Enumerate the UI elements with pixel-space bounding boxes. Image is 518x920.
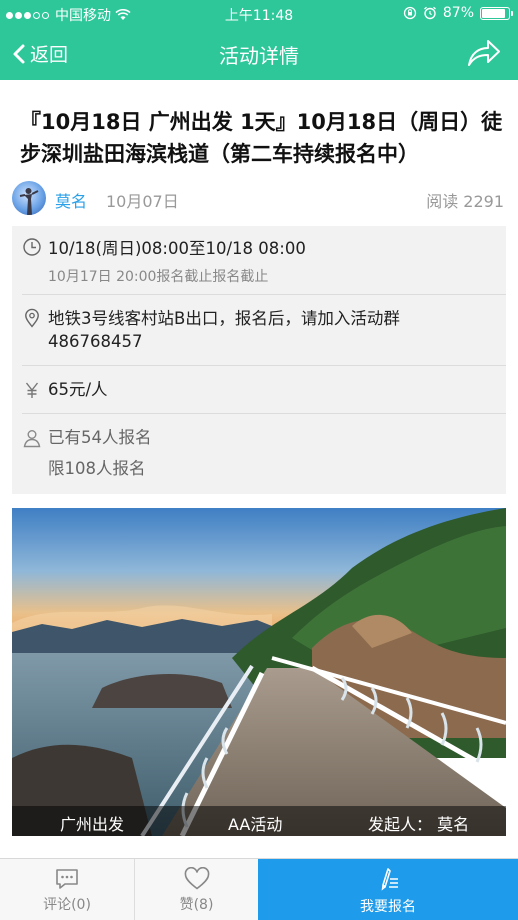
author-name[interactable]: 莫名	[55, 188, 87, 212]
like-tab[interactable]: 赞(8)	[135, 859, 258, 920]
signup-label: 我要报名	[360, 899, 416, 915]
avatar[interactable]	[12, 181, 46, 215]
person-icon	[23, 430, 41, 448]
alarm-icon	[423, 6, 436, 20]
clock-icon	[23, 238, 41, 256]
location-row: 地铁3号线客村站B出口，报名后，请加入活动群486768457	[12, 295, 506, 365]
yuan-icon	[25, 382, 39, 398]
read-count: 阅读 2291	[426, 192, 504, 211]
time-row: 10/18(周日)08:00至10/18 08:00 10月17日 20:00报…	[12, 226, 506, 294]
comment-tab[interactable]: 评论(0)	[0, 859, 135, 920]
page-title: 活动详情	[219, 44, 299, 68]
status-right: 87%	[403, 5, 513, 21]
bottom-tab-bar: 评论(0) 赞(8) 我要报名	[0, 858, 518, 920]
comment-label: 评论(0)	[43, 897, 91, 913]
location-text: 地铁3号线客村站B出口，报名后，请加入活动群486768457	[48, 309, 400, 351]
caption-type: AA活动	[228, 815, 283, 834]
like-label: 赞(8)	[179, 897, 214, 913]
signup-limit: 限108人报名	[48, 459, 146, 478]
photo-caption: 广州出发 AA活动 发起人： 莫名	[12, 806, 506, 836]
post-date: 10月07日	[106, 192, 179, 211]
location-pin-icon	[25, 308, 39, 328]
battery-percent: 87%	[442, 5, 474, 21]
battery-icon	[480, 6, 513, 20]
heart-icon	[184, 867, 209, 890]
chevron-left-icon	[13, 44, 25, 63]
price-text: 65元/人	[48, 380, 108, 399]
caption-origin: 广州出发	[60, 815, 125, 834]
activity-info: 10/18(周日)08:00至10/18 08:00 10月17日 20:00报…	[12, 226, 506, 494]
activity-photo[interactable]: 广州出发 AA活动 发起人： 莫名	[12, 508, 506, 836]
nav-bar: 返回 活动详情	[0, 28, 518, 80]
share-icon	[468, 40, 500, 66]
rotation-lock-icon	[403, 6, 417, 20]
signup-button[interactable]: 我要报名	[258, 859, 518, 920]
caption-organizer: 发起人： 莫名	[368, 815, 470, 834]
coastal-boardwalk-image	[12, 508, 506, 836]
back-button[interactable]: 返回	[12, 40, 68, 67]
signup-deadline: 10月17日 20:00报名截止报名截止	[48, 269, 269, 285]
author-row: 莫名 10月07日 阅读 2291	[12, 181, 506, 215]
signup-count: 已有54人报名	[48, 428, 152, 447]
pen-icon	[381, 868, 398, 891]
time-range: 10/18(周日)08:00至10/18 08:00	[48, 239, 306, 258]
avatar-image	[19, 188, 39, 215]
price-row: 65元/人	[12, 366, 506, 413]
article-title: 『10月18日 广州出发 1天』10月18日（周日）徒步深圳盐田海滨栈道（第二车…	[20, 110, 503, 166]
participants-row: 已有54人报名 限108人报名	[12, 414, 506, 494]
comment-icon	[56, 869, 78, 889]
back-label: 返回	[30, 44, 69, 66]
share-button[interactable]	[466, 38, 502, 72]
status-bar: 中国移动 上午11:48 87%	[0, 0, 518, 28]
